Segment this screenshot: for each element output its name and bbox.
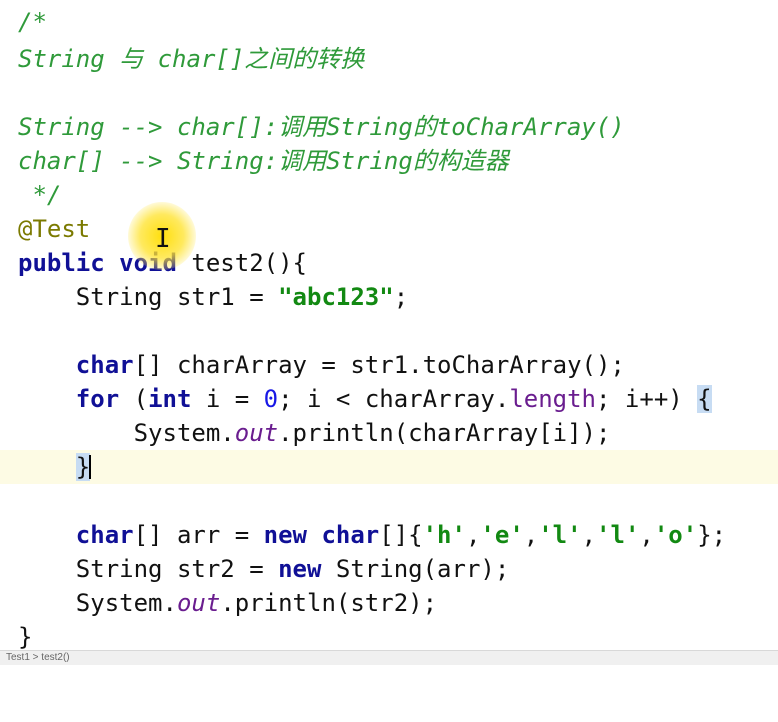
arr-declaration: [] arr =	[133, 521, 264, 549]
code-line[interactable]: @Test	[0, 212, 778, 246]
out-field: out	[234, 419, 279, 447]
method-close-brace: }	[18, 623, 33, 651]
char-literal-o: 'o'	[653, 521, 698, 549]
text-caret	[89, 455, 92, 479]
method-signature: test2(){	[176, 249, 307, 277]
comma: ,	[581, 521, 597, 549]
array-close: };	[697, 521, 727, 549]
keyword-new: new	[263, 521, 307, 549]
keyword-int: int	[148, 385, 192, 413]
code-line[interactable]: }	[0, 620, 778, 654]
code-line-blank[interactable]	[0, 76, 778, 110]
code-line[interactable]: String --> char[]:调用String的toCharArray()	[0, 110, 778, 144]
keyword-for: for	[75, 385, 120, 413]
semicolon: ;	[393, 283, 409, 311]
code-line[interactable]: System.out.println(str2);	[0, 586, 778, 620]
code-line[interactable]: System.out.println(charArray[i]);	[0, 416, 778, 450]
code-line-blank[interactable]	[0, 314, 778, 348]
code-line[interactable]: char[] --> String:调用String的构造器	[0, 144, 778, 178]
keyword-public: public	[18, 249, 105, 277]
keyword-char: char	[75, 351, 134, 379]
char-literal-h: 'h'	[422, 521, 466, 549]
println-call: .println(charArray[i]);	[278, 419, 611, 447]
str1-declaration: String str1 =	[75, 283, 279, 311]
keyword-new: new	[278, 555, 322, 583]
for-paren: (	[119, 385, 149, 413]
string-constructor-call: String(arr);	[321, 555, 510, 583]
keyword-char: char	[321, 521, 380, 549]
for-close-brace-highlight: }	[75, 453, 91, 481]
str2-declaration: String str2 =	[75, 555, 279, 583]
comment-line-1: String --> char[]:调用String的toCharArray()	[18, 113, 625, 141]
code-line[interactable]: for (int i = 0; i < charArray.length; i+…	[0, 382, 778, 416]
code-line[interactable]: /*	[0, 5, 778, 39]
breadcrumb[interactable]: Test1 > test2()	[0, 650, 778, 665]
char-literal-l: 'l'	[538, 521, 582, 549]
current-line[interactable]: }	[0, 450, 778, 484]
code-line[interactable]: public void test2(){	[0, 246, 778, 280]
comment-close: */	[18, 181, 62, 209]
array-brackets: []{	[379, 521, 423, 549]
code-line[interactable]: char[] arr = new char[]{'h','e','l','l',…	[0, 518, 778, 552]
chararray-statement: [] charArray = str1.toCharArray();	[133, 351, 625, 379]
code-line[interactable]: String 与 char[]之间的转换	[0, 42, 778, 76]
for-init: i =	[191, 385, 264, 413]
system-class: System.	[133, 419, 235, 447]
number-zero: 0	[263, 385, 279, 413]
test-annotation: @Test	[18, 215, 91, 243]
comma: ,	[523, 521, 539, 549]
println-call: .println(str2);	[220, 589, 438, 617]
char-literal-e: 'e'	[480, 521, 524, 549]
comment-open: /*	[18, 8, 47, 36]
code-line[interactable]: String str1 = "abc123";	[0, 280, 778, 314]
for-increment: ; i++)	[596, 385, 698, 413]
code-line[interactable]: */	[0, 178, 778, 212]
code-editor[interactable]: /* String 与 char[]之间的转换 String --> char[…	[0, 0, 778, 651]
for-open-brace-highlight: {	[697, 385, 712, 413]
string-literal-abc123: "abc123"	[278, 283, 394, 311]
comment-line-2: char[] --> String:调用String的构造器	[18, 147, 509, 175]
system-class: System.	[75, 589, 177, 617]
char-literal-l: 'l'	[596, 521, 640, 549]
for-condition: ; i < charArray.	[278, 385, 510, 413]
code-line[interactable]: char[] charArray = str1.toCharArray();	[0, 348, 778, 382]
breadcrumb-text[interactable]: Test1 > test2()	[0, 652, 70, 663]
comma: ,	[465, 521, 481, 549]
ibeam-cursor-icon: I	[155, 224, 171, 254]
code-line[interactable]: String str2 = new String(arr);	[0, 552, 778, 586]
comma: ,	[639, 521, 654, 549]
length-field: length	[509, 385, 597, 413]
comment-title: String 与 char[]之间的转换	[18, 45, 365, 73]
code-line-blank[interactable]	[0, 484, 778, 518]
keyword-char: char	[75, 521, 134, 549]
out-field: out	[176, 589, 221, 617]
